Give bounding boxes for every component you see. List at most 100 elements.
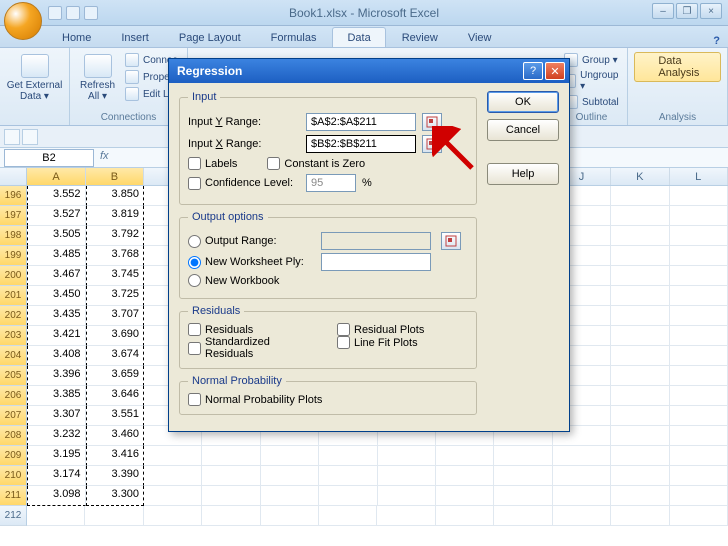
- cell[interactable]: [553, 466, 611, 486]
- cell[interactable]: [611, 246, 669, 266]
- new-worksheet-radio[interactable]: [188, 256, 201, 269]
- cell[interactable]: 3.385: [27, 386, 86, 406]
- row-header[interactable]: 202: [0, 306, 27, 326]
- cell[interactable]: [553, 486, 611, 506]
- linefit-plots-checkbox[interactable]: [337, 336, 350, 349]
- cell[interactable]: [611, 386, 669, 406]
- cell[interactable]: 3.396: [27, 366, 86, 386]
- cell[interactable]: [436, 506, 494, 526]
- normprob-checkbox[interactable]: [188, 393, 201, 406]
- help-icon[interactable]: ?: [713, 35, 720, 47]
- row-header[interactable]: 208: [0, 426, 27, 446]
- cell[interactable]: [670, 446, 728, 466]
- cell[interactable]: [611, 506, 669, 526]
- col-header-b[interactable]: B: [86, 168, 144, 185]
- constant-zero-checkbox[interactable]: [267, 157, 280, 170]
- cell[interactable]: 3.467: [27, 266, 86, 286]
- cell[interactable]: 3.485: [27, 246, 86, 266]
- cell[interactable]: 3.707: [86, 306, 145, 326]
- row-header[interactable]: 212: [0, 506, 27, 526]
- cell[interactable]: [670, 186, 728, 206]
- tab-home[interactable]: Home: [48, 28, 105, 47]
- tab-view[interactable]: View: [454, 28, 506, 47]
- confidence-checkbox[interactable]: [188, 177, 201, 190]
- cell[interactable]: [144, 446, 202, 466]
- cell[interactable]: 3.659: [86, 366, 145, 386]
- row-header[interactable]: 211: [0, 486, 27, 506]
- tab-insert[interactable]: Insert: [107, 28, 163, 47]
- tab-formulas[interactable]: Formulas: [257, 28, 331, 47]
- dialog-help-button[interactable]: ?: [523, 62, 543, 80]
- dialog-titlebar[interactable]: Regression ? ✕: [169, 59, 569, 83]
- row-header[interactable]: 210: [0, 466, 27, 486]
- cell[interactable]: [611, 306, 669, 326]
- cell[interactable]: [144, 506, 202, 526]
- cell[interactable]: 3.460: [86, 426, 145, 446]
- cell[interactable]: [611, 446, 669, 466]
- data-analysis-button[interactable]: Data Analysis: [634, 52, 721, 82]
- cell[interactable]: [319, 486, 377, 506]
- col-header-k[interactable]: K: [611, 168, 669, 185]
- cell[interactable]: [611, 426, 669, 446]
- cell[interactable]: [27, 506, 85, 526]
- col-header-l[interactable]: L: [670, 168, 728, 185]
- y-range-ref-button[interactable]: [422, 113, 442, 131]
- cell[interactable]: 3.416: [86, 446, 145, 466]
- col-header-a[interactable]: A: [27, 168, 85, 185]
- row-header[interactable]: 204: [0, 346, 27, 366]
- row-header[interactable]: 197: [0, 206, 27, 226]
- cell[interactable]: [611, 466, 669, 486]
- cell[interactable]: [261, 506, 319, 526]
- cell[interactable]: 3.174: [27, 466, 86, 486]
- group-button[interactable]: Group ▾: [562, 52, 621, 68]
- row-header[interactable]: 206: [0, 386, 27, 406]
- cell[interactable]: [670, 506, 728, 526]
- cell[interactable]: [670, 486, 728, 506]
- cell[interactable]: [144, 466, 202, 486]
- row-header[interactable]: 205: [0, 366, 27, 386]
- cell[interactable]: 3.552: [27, 186, 86, 206]
- row-header[interactable]: 200: [0, 266, 27, 286]
- cell[interactable]: [611, 286, 669, 306]
- cell[interactable]: [261, 486, 319, 506]
- std-residuals-checkbox[interactable]: [188, 342, 201, 355]
- cell[interactable]: 3.690: [86, 326, 145, 346]
- new-workbook-radio[interactable]: [188, 274, 201, 287]
- sort-asc-icon[interactable]: [4, 129, 20, 145]
- cell[interactable]: 3.646: [86, 386, 145, 406]
- cell[interactable]: [553, 506, 611, 526]
- cell[interactable]: [553, 446, 611, 466]
- cell[interactable]: [378, 486, 436, 506]
- cell[interactable]: 3.195: [27, 446, 86, 466]
- minimize-button[interactable]: –: [652, 3, 674, 19]
- cell[interactable]: [670, 426, 728, 446]
- cell[interactable]: [670, 326, 728, 346]
- cell[interactable]: [261, 466, 319, 486]
- cell[interactable]: [611, 406, 669, 426]
- cell[interactable]: [611, 486, 669, 506]
- name-box[interactable]: [4, 149, 94, 167]
- cell[interactable]: 3.390: [86, 466, 145, 486]
- cell[interactable]: 3.505: [27, 226, 86, 246]
- cell[interactable]: [377, 506, 435, 526]
- cell[interactable]: [144, 486, 202, 506]
- cell[interactable]: [611, 226, 669, 246]
- dialog-close-button[interactable]: ✕: [545, 62, 565, 80]
- cell[interactable]: [670, 366, 728, 386]
- cell[interactable]: 3.768: [86, 246, 145, 266]
- cell[interactable]: [670, 306, 728, 326]
- row-header[interactable]: 207: [0, 406, 27, 426]
- cell[interactable]: 3.450: [27, 286, 86, 306]
- cell[interactable]: [670, 386, 728, 406]
- labels-checkbox[interactable]: [188, 157, 201, 170]
- x-range-ref-button[interactable]: [422, 135, 442, 153]
- cell[interactable]: [611, 266, 669, 286]
- cell[interactable]: [202, 446, 260, 466]
- get-external-data-button[interactable]: Get External Data ▾: [6, 52, 63, 104]
- cell[interactable]: 3.819: [86, 206, 145, 226]
- ok-button[interactable]: OK: [487, 91, 559, 113]
- row-header[interactable]: 201: [0, 286, 27, 306]
- new-worksheet-input[interactable]: [321, 253, 431, 271]
- y-range-input[interactable]: [306, 113, 416, 131]
- cell[interactable]: 3.725: [86, 286, 145, 306]
